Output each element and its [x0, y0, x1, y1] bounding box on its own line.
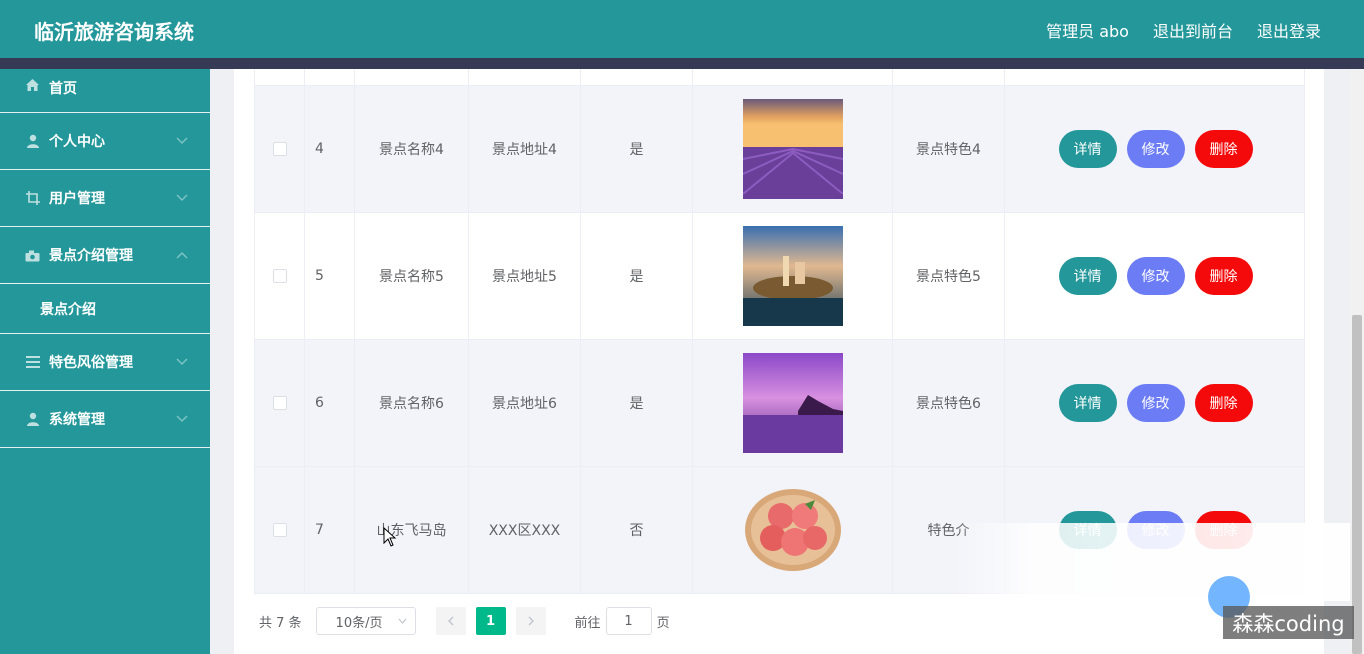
pagination: 共 7 条 10条/页 1 前往 页: [254, 606, 670, 636]
edit-button[interactable]: 修改: [1126, 130, 1185, 168]
top-header: 临沂旅游咨询系统 管理员 abo 退出到前台 退出登录: [0, 0, 1364, 58]
goto-prefix: 前往: [574, 615, 601, 631]
recommend-flag: 否: [581, 467, 693, 593]
next-page-button[interactable]: [515, 607, 546, 635]
chevron-down-icon: [176, 415, 188, 423]
scenic-address: 景点地址4: [469, 86, 581, 212]
home-icon: [25, 78, 40, 92]
back-to-frontend-link[interactable]: 退出到前台: [1153, 18, 1233, 42]
sidebar-item-label: 用户管理: [49, 191, 105, 207]
delete-button[interactable]: 删除: [1194, 384, 1253, 422]
user-icon: [25, 412, 40, 426]
row-index: 5: [305, 213, 355, 339]
page-number-active[interactable]: 1: [475, 607, 506, 635]
recommend-flag: 是: [581, 213, 693, 339]
watermark: 森森coding: [1223, 606, 1354, 639]
sidebar-item-user-management[interactable]: 用户管理: [0, 170, 210, 227]
sidebar: 首页 个人中心 用户管理 景点介绍管理 景点介绍 特色风俗管理 系统管理: [0, 69, 210, 654]
admin-user-link[interactable]: 管理员 abo: [1046, 18, 1129, 42]
scenic-table: 4 景点名称4 景点地址4 是 景点特色4 详情 修改 删除 5 景点名称5 景…: [254, 69, 1305, 595]
scenic-name: 景点名称5: [355, 213, 469, 339]
scenic-name: 山东飞马岛: [355, 467, 469, 593]
sidebar-item-scenic-management[interactable]: 景点介绍管理: [0, 227, 210, 284]
recommend-flag: 是: [581, 86, 693, 212]
detail-button[interactable]: 详情: [1058, 257, 1117, 295]
header-links: 管理员 abo 退出到前台 退出登录: [1046, 18, 1321, 42]
row-index: 7: [305, 467, 355, 593]
row-index: 6: [305, 340, 355, 466]
mouse-cursor-icon: [383, 527, 397, 547]
row-index: 4: [305, 86, 355, 212]
chevron-down-icon: [176, 137, 188, 145]
sidebar-item-custom-management[interactable]: 特色风俗管理: [0, 334, 210, 391]
chevron-down-icon: [176, 358, 188, 366]
chevron-left-icon: [447, 616, 454, 626]
sidebar-item-label: 景点介绍管理: [49, 248, 133, 264]
scrollbar-thumb[interactable]: [1352, 315, 1362, 654]
list-icon: [25, 355, 40, 369]
user-icon: [25, 134, 40, 148]
sidebar-subitem-scenic-intro[interactable]: 景点介绍: [0, 284, 210, 334]
row-checkbox[interactable]: [272, 269, 287, 283]
row-checkbox[interactable]: [272, 396, 287, 410]
chevron-up-icon: [176, 251, 188, 259]
total-count: 共 7 条: [259, 615, 302, 631]
row-checkbox[interactable]: [272, 523, 287, 537]
delete-button[interactable]: 删除: [1194, 130, 1253, 168]
peaches-image: [742, 480, 843, 580]
sidebar-item-label: 首页: [49, 81, 77, 97]
sidebar-item-label: 特色风俗管理: [49, 355, 133, 371]
sidebar-item-label: 系统管理: [49, 412, 105, 428]
detail-button[interactable]: 详情: [1058, 384, 1117, 422]
page-jumper: 前往 页: [575, 607, 670, 635]
goto-page-input[interactable]: [605, 607, 652, 635]
table-row: 4 景点名称4 景点地址4 是 景点特色4 详情 修改 删除: [255, 86, 1304, 213]
camera-icon: [25, 248, 40, 262]
prev-page-button[interactable]: [435, 607, 466, 635]
edit-button[interactable]: 修改: [1126, 384, 1185, 422]
row-checkbox[interactable]: [272, 142, 287, 156]
page-size-value: 10条/页: [335, 615, 383, 631]
sidebar-item-system-management[interactable]: 系统管理: [0, 391, 210, 448]
chevron-down-icon: [176, 194, 188, 202]
purple-sea-image: [742, 353, 843, 453]
header-divider-strip: [0, 58, 1364, 69]
scenic-address: 景点地址6: [469, 340, 581, 466]
crop-icon: [25, 191, 40, 205]
lavender-field-image: [742, 99, 843, 199]
scenic-address: 景点地址5: [469, 213, 581, 339]
edit-button[interactable]: 修改: [1126, 257, 1185, 295]
sidebar-item-personal-center[interactable]: 个人中心: [0, 113, 210, 170]
table-row: 6 景点名称6 景点地址6 是 景点特色6 详情 修改 删除: [255, 340, 1304, 467]
table-row-partial: [255, 69, 1304, 86]
lake-town-image: [742, 226, 843, 326]
sidebar-item-home[interactable]: 首页: [0, 69, 210, 113]
page-size-select[interactable]: 10条/页: [315, 607, 416, 635]
page-scrollbar[interactable]: [1350, 69, 1364, 654]
app-title: 临沂旅游咨询系统: [34, 20, 194, 44]
sidebar-item-label: 个人中心: [49, 134, 105, 150]
scenic-address: XXX区XXX: [469, 467, 581, 593]
detail-button[interactable]: 详情: [1058, 130, 1117, 168]
scenic-feature: 景点特色6: [893, 340, 1005, 466]
goto-suffix: 页: [656, 615, 670, 631]
overlay-fade: [955, 523, 1350, 601]
chevron-down-icon: [398, 618, 406, 624]
scenic-name: 景点名称4: [355, 86, 469, 212]
logout-link[interactable]: 退出登录: [1257, 18, 1321, 42]
scenic-name: 景点名称6: [355, 340, 469, 466]
chevron-right-icon: [528, 616, 534, 626]
scenic-feature: 景点特色4: [893, 86, 1005, 212]
scenic-feature: 景点特色5: [893, 213, 1005, 339]
table-row: 5 景点名称5 景点地址5 是 景点特色5 详情 修改 删除: [255, 213, 1304, 340]
delete-button[interactable]: 删除: [1194, 257, 1253, 295]
recommend-flag: 是: [581, 340, 693, 466]
